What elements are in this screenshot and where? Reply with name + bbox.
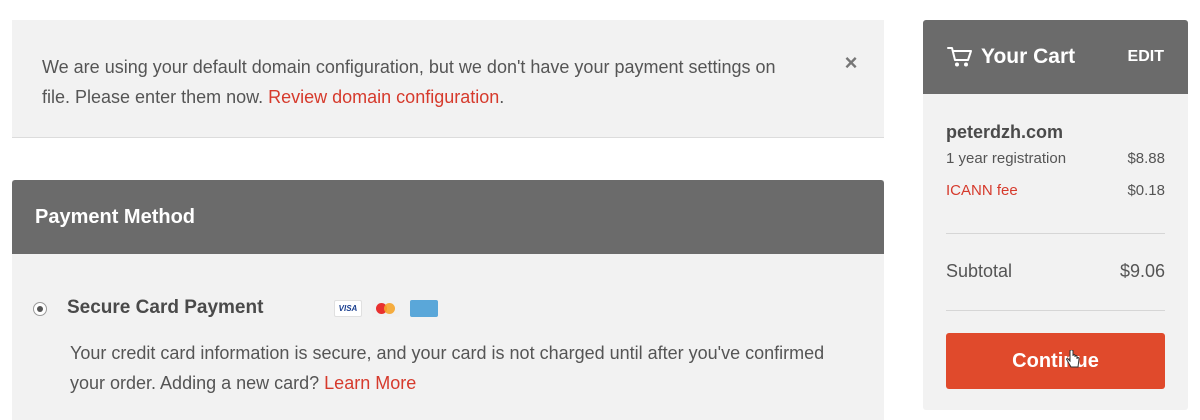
cart-line-item: ICANN fee $0.18 xyxy=(946,182,1165,199)
visa-icon: VISA xyxy=(334,300,362,317)
cart-divider xyxy=(946,310,1165,311)
cart-domain-name: peterdzh.com xyxy=(946,122,1064,142)
payment-method-title: Payment Method xyxy=(35,205,196,228)
review-domain-link[interactable]: Review domain configuration xyxy=(268,87,499,107)
cart-line-item: 1 year registration $8.88 xyxy=(946,150,1165,167)
subtotal-value: $9.06 xyxy=(1119,261,1165,281)
shopping-cart-icon xyxy=(947,47,972,67)
hand-cursor-icon xyxy=(1066,350,1080,368)
cart-header: Your Cart EDIT xyxy=(923,20,1188,94)
notice-banner: We are using your default domain configu… xyxy=(12,20,884,138)
line-item-label: ICANN fee xyxy=(946,182,1018,199)
mastercard-icon xyxy=(372,300,400,317)
line-item-amount: $0.18 xyxy=(1127,182,1165,199)
line-item-amount: $8.88 xyxy=(1127,150,1165,167)
payment-method-header: Payment Method xyxy=(12,180,884,254)
learn-more-link[interactable]: Learn More xyxy=(324,373,416,393)
cart-title: Your Cart xyxy=(981,45,1076,68)
notice-suffix: . xyxy=(499,87,505,107)
amex-icon xyxy=(410,300,438,317)
description-text: Your credit card information is secure, … xyxy=(70,343,825,393)
continue-button[interactable]: Continue xyxy=(946,333,1165,389)
card-logos: VISA xyxy=(334,300,438,317)
subtotal-label: Subtotal xyxy=(946,261,1013,281)
close-icon[interactable]: × xyxy=(838,50,864,76)
notice-message: We are using your default domain configu… xyxy=(42,52,802,112)
cart-subtotal: Subtotal $9.06 xyxy=(946,261,1165,282)
cart-edit-button[interactable]: EDIT xyxy=(1128,48,1164,66)
cart-title-group: Your Cart xyxy=(947,45,1075,69)
line-item-label: 1 year registration xyxy=(946,150,1067,167)
secure-card-label[interactable]: Secure Card Payment xyxy=(67,297,263,319)
cart-divider xyxy=(946,233,1165,234)
cart-panel: Your Cart EDIT peterdzh.com 1 year regis… xyxy=(923,20,1188,410)
secure-card-radio[interactable] xyxy=(33,302,47,316)
card-security-description: Your credit card information is secure, … xyxy=(70,338,860,398)
payment-method-panel: Payment Method Secure Card Payment VISA … xyxy=(12,180,884,420)
